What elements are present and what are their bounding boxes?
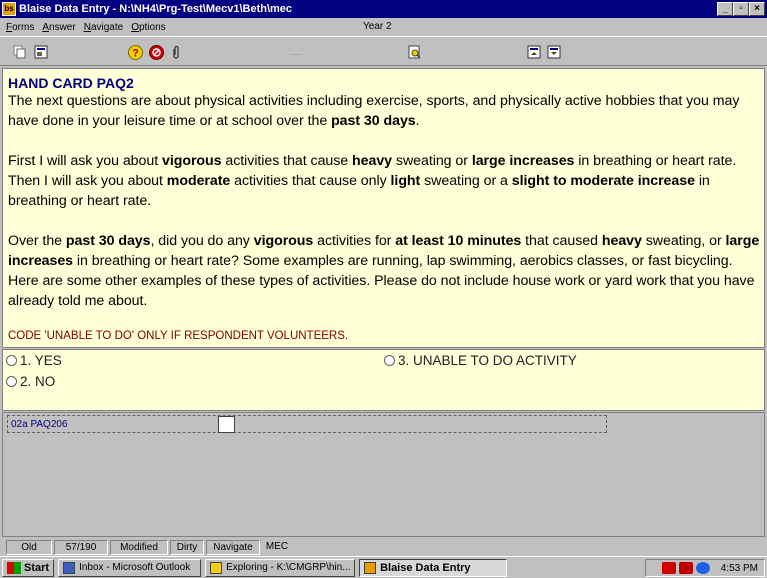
taskbar-item-outlook[interactable]: Inbox - Microsoft Outlook — [58, 558, 202, 577]
emphasis-text: slight to moderate increase — [511, 173, 695, 189]
body-text: activities for — [313, 233, 396, 249]
emphasis-text: light — [390, 173, 421, 189]
network-icon[interactable] — [695, 562, 710, 574]
body-text: First I will ask you about — [8, 153, 162, 169]
body-text: , did you do any — [150, 233, 254, 249]
start-label: Start — [24, 561, 50, 574]
taskbar-item-blaise[interactable]: Blaise Data Entry — [359, 558, 508, 577]
body-text: sweating or — [392, 153, 472, 169]
emphasis-text: past 30 days — [65, 233, 151, 249]
svg-text:?: ? — [132, 47, 139, 59]
emphasis-text: heavy — [352, 153, 393, 169]
emphasis-text: moderate — [166, 173, 231, 189]
question-paragraph-1: The next questions are about physical ac… — [8, 91, 760, 131]
ati-icon[interactable] — [678, 562, 693, 574]
body-text: activities that cause — [221, 153, 353, 169]
year-label: Year 2 — [363, 21, 392, 32]
windows-flag-icon — [7, 561, 21, 574]
answer-input[interactable] — [218, 416, 235, 433]
menu-bar: Forms Answer Navigate Options Year 2 — [0, 18, 767, 36]
title-bar[interactable]: bs Blaise Data Entry - N:\NH4\Prg-Test\M… — [0, 0, 767, 18]
emphasis-text: large increases — [471, 153, 575, 169]
body-text: in breathing or heart rate? Some example… — [8, 253, 755, 309]
answer-label: 2. NO — [20, 374, 56, 389]
next-form-icon[interactable] — [546, 44, 562, 60]
copy-icon[interactable] — [12, 44, 28, 60]
system-tray: 4:53 PM — [645, 559, 765, 577]
status-position: 57/190 — [54, 539, 108, 555]
question-paragraph-3: Over the past 30 days, did you do any vi… — [8, 231, 760, 311]
status-old: Old — [6, 539, 52, 555]
body-text: activities that cause only — [230, 173, 391, 189]
menu-forms[interactable]: Forms — [6, 22, 34, 33]
field-label: 02a PAQ206 — [11, 419, 68, 430]
taskbar: Start Inbox - Microsoft Outlook Explorin… — [0, 556, 767, 578]
emphasis-text: at least 10 minutes — [395, 233, 522, 249]
menu-options[interactable]: Options — [131, 22, 165, 33]
body-text: Over the — [8, 233, 66, 249]
blaise-app-icon[interactable]: bs — [2, 2, 16, 16]
task-label: Blaise Data Entry — [380, 561, 471, 574]
emphasis-text: heavy — [601, 233, 642, 249]
answer-option-no[interactable]: 2. NO — [6, 374, 55, 389]
toolbar: ? ..... — [0, 36, 767, 66]
field-panel: 02a PAQ206 — [2, 412, 765, 537]
status-bar: Old 57/190 Modified Dirty Navigate MEC — [0, 538, 767, 556]
answer-option-yes[interactable]: 1. YES — [6, 353, 62, 368]
minimize-button[interactable]: _ — [717, 2, 733, 16]
menu-answer[interactable]: Answer — [42, 22, 75, 33]
search-document-icon[interactable] — [407, 44, 423, 60]
body-text: sweating or a — [420, 173, 512, 189]
close-button[interactable]: × — [749, 2, 765, 16]
radio-icon[interactable] — [6, 355, 17, 366]
body-text: that caused — [521, 233, 602, 249]
menu-navigate[interactable]: Navigate — [84, 22, 123, 33]
status-modified: Modified — [110, 539, 168, 555]
field-row[interactable]: 02a PAQ206 — [7, 415, 607, 433]
emphasis-text: vigorous — [161, 153, 222, 169]
previous-form-icon[interactable] — [526, 44, 542, 60]
answer-option-unable[interactable]: 3. UNABLE TO DO ACTIVITY — [384, 353, 577, 368]
status-location: MEC — [265, 540, 289, 552]
restore-button[interactable]: ▫ — [733, 2, 749, 16]
paperclip-icon[interactable] — [168, 44, 184, 60]
emphasis-text: vigorous — [253, 233, 314, 249]
emphasis-text: past 30 days — [331, 113, 416, 129]
start-button[interactable]: Start — [2, 558, 55, 577]
radio-icon[interactable] — [384, 355, 395, 366]
blaise-icon — [364, 561, 377, 574]
clock[interactable]: 4:53 PM — [721, 563, 758, 574]
taskbar-item-explorer[interactable]: Exploring - K:\CMGRP\hin... — [205, 558, 356, 577]
status-dirty: Dirty — [170, 539, 204, 555]
question-panel: HAND CARD PAQ2 The next questions are ab… — [2, 68, 765, 348]
question-paragraph-2: First I will ask you about vigorous acti… — [8, 151, 760, 211]
window-title: Blaise Data Entry - N:\NH4\Prg-Test\Mecv… — [19, 3, 293, 15]
outlook-icon — [63, 561, 76, 574]
interviewer-instruction: CODE 'UNABLE TO DO' ONLY IF RESPONDENT V… — [8, 330, 349, 342]
radio-icon[interactable] — [6, 376, 17, 387]
answer-label: 3. UNABLE TO DO ACTIVITY — [398, 353, 577, 368]
task-label: Exploring - K:\CMGRP\hin... — [226, 562, 351, 573]
toolbar-separator: ..... — [289, 47, 303, 57]
answers-panel: 1. YES 2. NO 3. UNABLE TO DO ACTIVITY — [2, 349, 765, 411]
antivirus-icon[interactable] — [661, 562, 676, 574]
stop-icon[interactable] — [148, 44, 164, 60]
task-label: Inbox - Microsoft Outlook — [79, 562, 191, 573]
answer-label: 1. YES — [20, 353, 62, 368]
body-text: sweating, or — [641, 233, 726, 249]
status-mode: Navigate — [206, 539, 260, 555]
hand-card-heading: HAND CARD PAQ2 — [8, 75, 134, 91]
help-icon[interactable]: ? — [127, 44, 143, 60]
explorer-icon — [210, 561, 223, 574]
body-text: . — [415, 113, 420, 129]
window-controls: _ ▫ × — [717, 2, 765, 16]
form-icon[interactable] — [33, 44, 49, 60]
